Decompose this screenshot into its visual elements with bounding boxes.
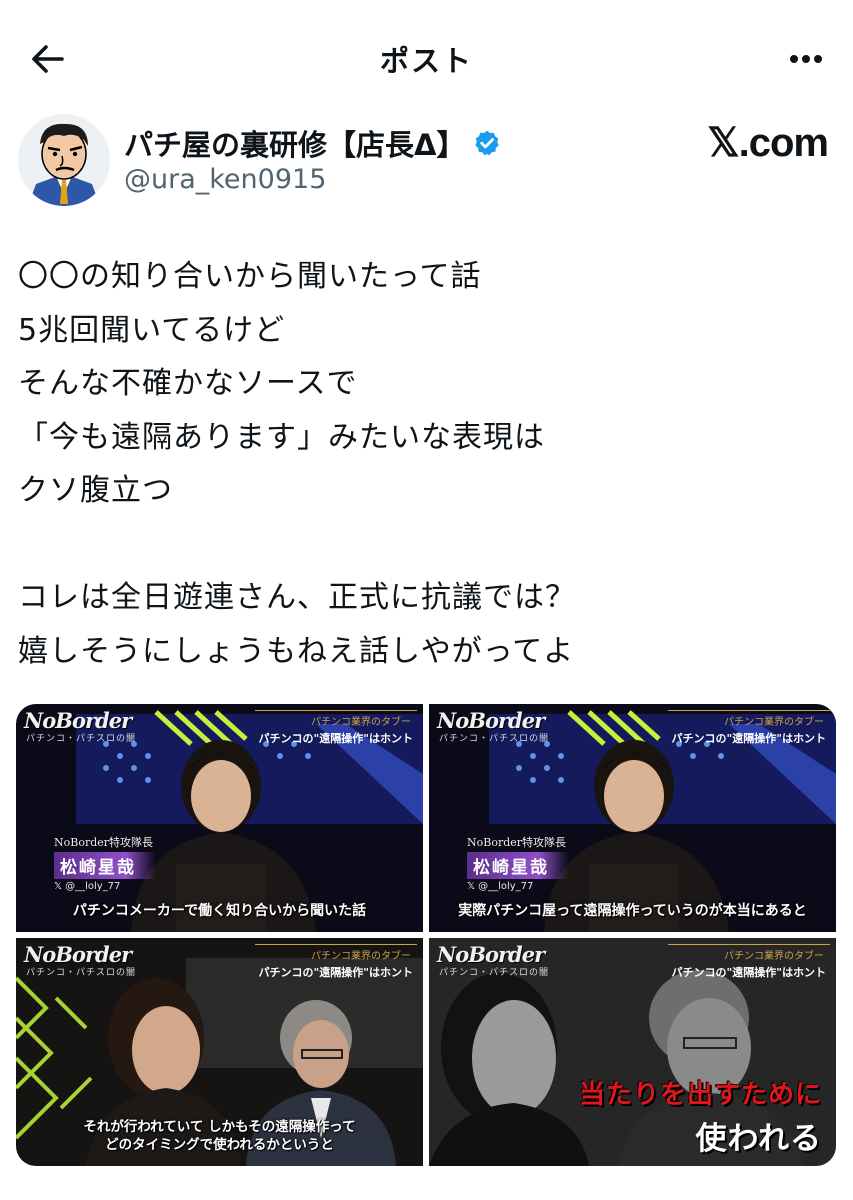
topic-tag: パチンコ業界のタブー パチンコの"遠隔操作"はホント <box>255 710 417 746</box>
more-options-button[interactable] <box>781 36 831 82</box>
topic-tag-top: パチンコ業界のタブー <box>668 944 830 962</box>
media-image-3[interactable]: NoBorder パチンコ・パチスロの闇 パチンコ業界のタブー パチンコの"遠隔… <box>16 938 423 1166</box>
topic-tag-main: パチンコの"遠隔操作"はホント <box>258 966 413 979</box>
show-logo: NoBorder <box>24 942 132 967</box>
display-name-text: パチ屋の裏研修【店長Δ】 <box>124 128 466 162</box>
name-plate-role: NoBorder特攻隊長 <box>467 836 567 849</box>
author-row: パチ屋の裏研修【店長Δ】 @ura_ken0915 𝕏.com <box>18 114 838 209</box>
topic-tag-main: パチンコの"遠隔操作"はホント <box>258 732 413 745</box>
verified-badge-icon <box>475 130 500 156</box>
subtitle-caption-line: それが行われていて しかもその遠隔操作って <box>83 1119 356 1135</box>
subtitle-caption-line: どのタイミングで使われるかというと <box>105 1137 334 1153</box>
topic-tag: パチンコ業界のタブー パチンコの"遠隔操作"はホント <box>668 710 830 746</box>
avatar-illustration <box>18 114 110 206</box>
top-bar: ポスト <box>0 0 853 115</box>
name-plate-handle-row: 𝕏 @__loly_77 <box>467 881 569 892</box>
topic-tag-top: パチンコ業界のタブー <box>668 710 830 728</box>
media-image-1[interactable]: NoBorder パチンコ・パチスロの闇 パチンコ業界のタブー パチンコの"遠隔… <box>16 704 423 932</box>
show-subtitle: パチンコ・パチスロの闇 <box>26 734 137 744</box>
topic-tag-top: パチンコ業界のタブー <box>255 710 417 728</box>
name-plate-name: 松崎星哉 <box>467 852 569 879</box>
media-image-2[interactable]: NoBorder パチンコ・パチスロの闇 パチンコ業界のタブー パチンコの"遠隔… <box>429 704 836 932</box>
page-title: ポスト <box>379 44 473 78</box>
media-grid: NoBorder パチンコ・パチスロの闇 パチンコ業界のタブー パチンコの"遠隔… <box>16 704 836 1166</box>
media-image-4[interactable]: NoBorder パチンコ・パチスロの闇 パチンコ業界のタブー パチンコの"遠隔… <box>429 938 836 1166</box>
tweet-line: 「今も遠隔あります」みたいな表現は <box>18 419 545 455</box>
x-logo-icon: 𝕏 <box>54 881 63 892</box>
subtitle-caption: 実際パチンコ屋って遠隔操作っていうのが本当にあると <box>458 903 807 919</box>
name-plate: NoBorder特攻隊長 松崎星哉 𝕏 @__loly_77 <box>54 834 156 892</box>
tweet-line: そんな不確かなソースで <box>18 366 358 401</box>
show-subtitle: パチンコ・パチスロの闇 <box>439 734 550 744</box>
subtitle-caption: パチンコメーカーで働く知り合いから聞いた話 <box>72 903 367 919</box>
tweet-line: 〇〇の知り合いから聞いたって話 <box>18 259 482 294</box>
tweet-line: コレは全日遊連さん、正式に抗議では？ <box>18 580 576 615</box>
show-logo: NoBorder <box>437 942 545 967</box>
user-handle[interactable]: @ura_ken0915 <box>124 164 326 195</box>
display-name[interactable]: パチ屋の裏研修【店長Δ】 <box>124 122 501 164</box>
topic-tag-top: パチンコ業界のタブー <box>255 944 417 962</box>
show-subtitle: パチンコ・パチスロの闇 <box>439 968 550 978</box>
topic-tag: パチンコ業界のタブー パチンコの"遠隔操作"はホント <box>668 944 830 980</box>
tweet-text: 〇〇の知り合いから聞いたって話 5兆回聞いてるけど そんな不確かなソースで 「今… <box>18 250 838 678</box>
show-logo: NoBorder <box>24 708 132 733</box>
name-plate-handle: @__loly_77 <box>65 881 121 892</box>
name-plate-name: 松崎星哉 <box>54 852 156 879</box>
show-logo: NoBorder <box>437 708 545 733</box>
name-plate-role: NoBorder特攻隊長 <box>54 836 154 849</box>
x-com-watermark: 𝕏.com <box>707 121 829 165</box>
avatar[interactable] <box>18 114 110 206</box>
emphasis-caption-white: 使われる <box>695 1121 822 1157</box>
tweet-line: 5兆回聞いてるけど <box>18 312 286 348</box>
subtitle-caption: それが行われていて しかもその遠隔操作って どのタイミングで使われるかというと <box>16 1118 423 1154</box>
name-plate-handle: @__loly_77 <box>478 881 534 892</box>
name-plate-handle-row: 𝕏 @__loly_77 <box>54 881 156 892</box>
tweet-line: クソ腹立つ <box>18 473 173 508</box>
show-subtitle: パチンコ・パチスロの闇 <box>26 968 137 978</box>
tweet-line <box>18 518 838 572</box>
emphasis-caption-red: 当たりを出すために <box>578 1080 822 1110</box>
topic-tag-main: パチンコの"遠隔操作"はホント <box>671 732 826 745</box>
more-horizontal-icon <box>790 55 822 63</box>
x-logo-icon: 𝕏 <box>467 881 476 892</box>
tweet-line: 嬉しそうにしょうもねえ話しやがってよ <box>18 633 575 669</box>
topic-tag: パチンコ業界のタブー パチンコの"遠隔操作"はホント <box>255 944 417 980</box>
topic-tag-main: パチンコの"遠隔操作"はホント <box>671 966 826 979</box>
emphasis-caption: 当たりを出すために 使われる <box>579 1074 822 1158</box>
name-plate: NoBorder特攻隊長 松崎星哉 𝕏 @__loly_77 <box>467 834 569 892</box>
